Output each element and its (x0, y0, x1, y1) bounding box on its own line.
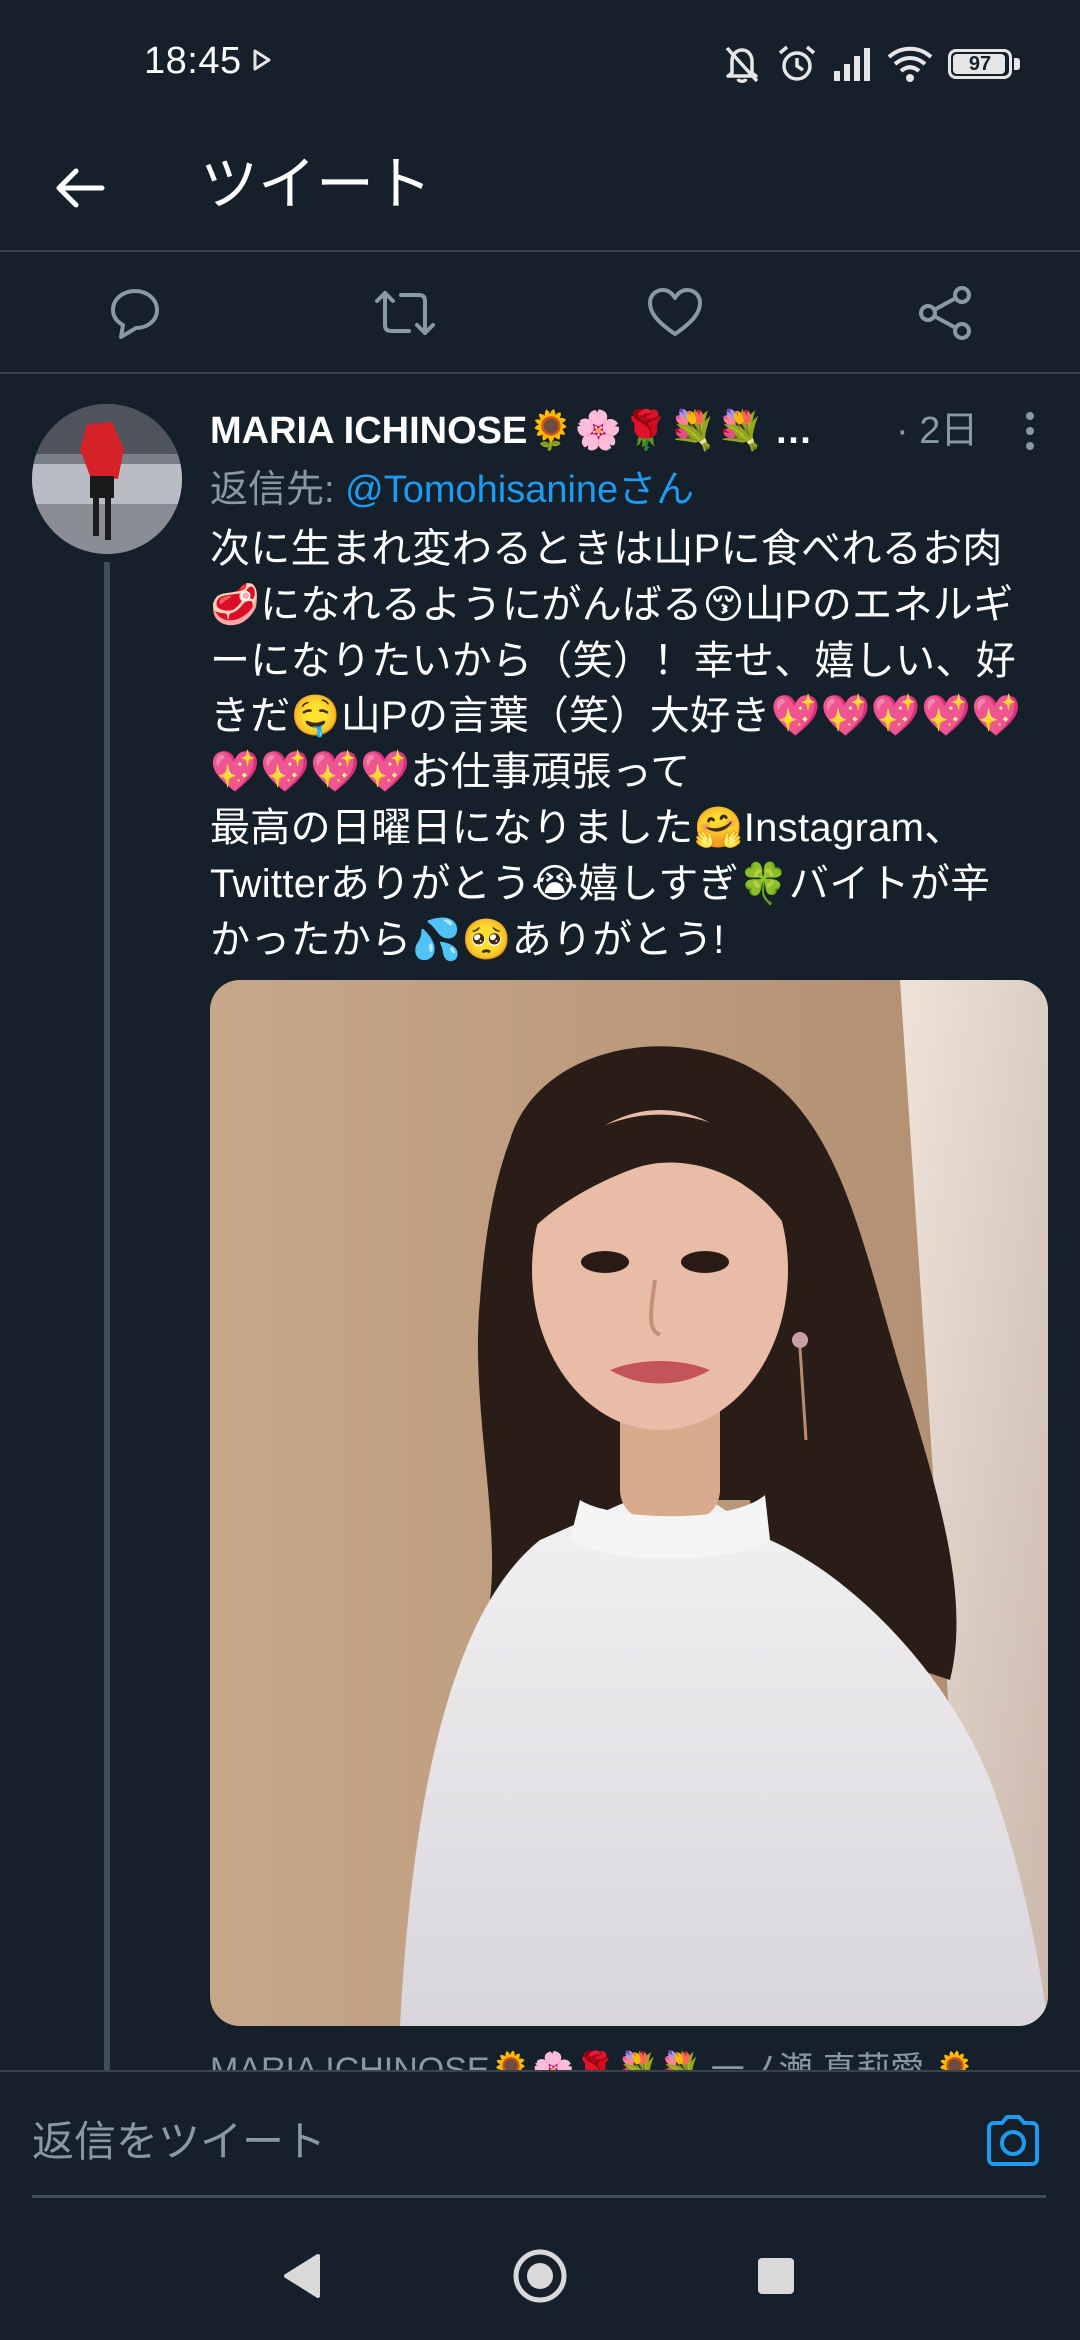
tweet-timestamp: · 2日 (896, 410, 979, 452)
tweet-photo-image (210, 980, 1048, 2026)
status-time: 18:45 (144, 40, 242, 82)
avatar-image (32, 404, 182, 554)
nav-back-button[interactable] (272, 2246, 332, 2306)
like-button[interactable] (640, 278, 710, 348)
reply-to-label: 返信先: (210, 469, 346, 511)
arrow-left-icon (56, 168, 105, 208)
camera-icon (987, 2115, 1039, 2166)
battery-icon: 97 (948, 49, 1012, 79)
nav-home-button[interactable] (510, 2246, 570, 2306)
system-nav-bar (0, 2200, 1080, 2340)
reply-handle-link[interactable]: @Tomohisanineさん (345, 469, 694, 511)
battery-nub (1014, 58, 1020, 70)
more-dot (1026, 427, 1034, 435)
more-dot (1026, 412, 1034, 420)
square-recents-icon (758, 2258, 794, 2294)
thread-line (104, 562, 110, 2072)
alarm-icon (778, 45, 816, 81)
play-icon (253, 49, 271, 71)
tweet-text: 次に生まれ変わるときは山Pに食べれるお肉 🥩になれるようにがんばる😚山Pのエネル… (210, 527, 1022, 962)
tweet-photo[interactable] (210, 980, 1048, 2026)
comment-icon (111, 289, 159, 339)
share-button[interactable] (910, 278, 980, 348)
triangle-back-icon (284, 2254, 320, 2298)
quoted-tweet-preview[interactable]: MARIA ICHINOSE🌻🌸🌹💐💐 一ノ瀬 真莉愛 🌻 (210, 2050, 1050, 2072)
reply-button[interactable] (100, 278, 170, 348)
avatar[interactable] (32, 404, 182, 554)
battery-level: 97 (968, 52, 992, 75)
bell-off-icon (725, 46, 759, 83)
more-dot (1026, 442, 1034, 450)
retweet-icon (375, 291, 435, 335)
reply-input-underline (32, 2195, 1046, 2198)
camera-button[interactable] (980, 2108, 1046, 2174)
signal-icon (834, 48, 870, 81)
tweet-action-bar (0, 252, 1080, 374)
share-icon (919, 286, 971, 340)
page-title: ツイート (200, 152, 433, 217)
status-bar: 18:45 97 (0, 0, 1080, 120)
circle-home-icon (513, 2249, 567, 2303)
reply-bar: 返信をツイート (0, 2070, 1080, 2200)
status-icons: 97 (722, 40, 1020, 88)
header: ツイート (0, 120, 1080, 252)
back-button[interactable] (40, 148, 120, 228)
reply-input[interactable]: 返信をツイート (32, 2112, 326, 2172)
nav-recents-button[interactable] (746, 2246, 806, 2306)
author-name[interactable]: MARIA ICHINOSE🌻🌸🌹💐💐 … (210, 404, 870, 458)
reply-to: 返信先: @Tomohisanineさん (210, 462, 694, 518)
heart-icon (648, 288, 702, 336)
more-options-button[interactable] (1010, 404, 1050, 458)
retweet-button[interactable] (370, 278, 440, 348)
wifi-icon (887, 46, 933, 82)
